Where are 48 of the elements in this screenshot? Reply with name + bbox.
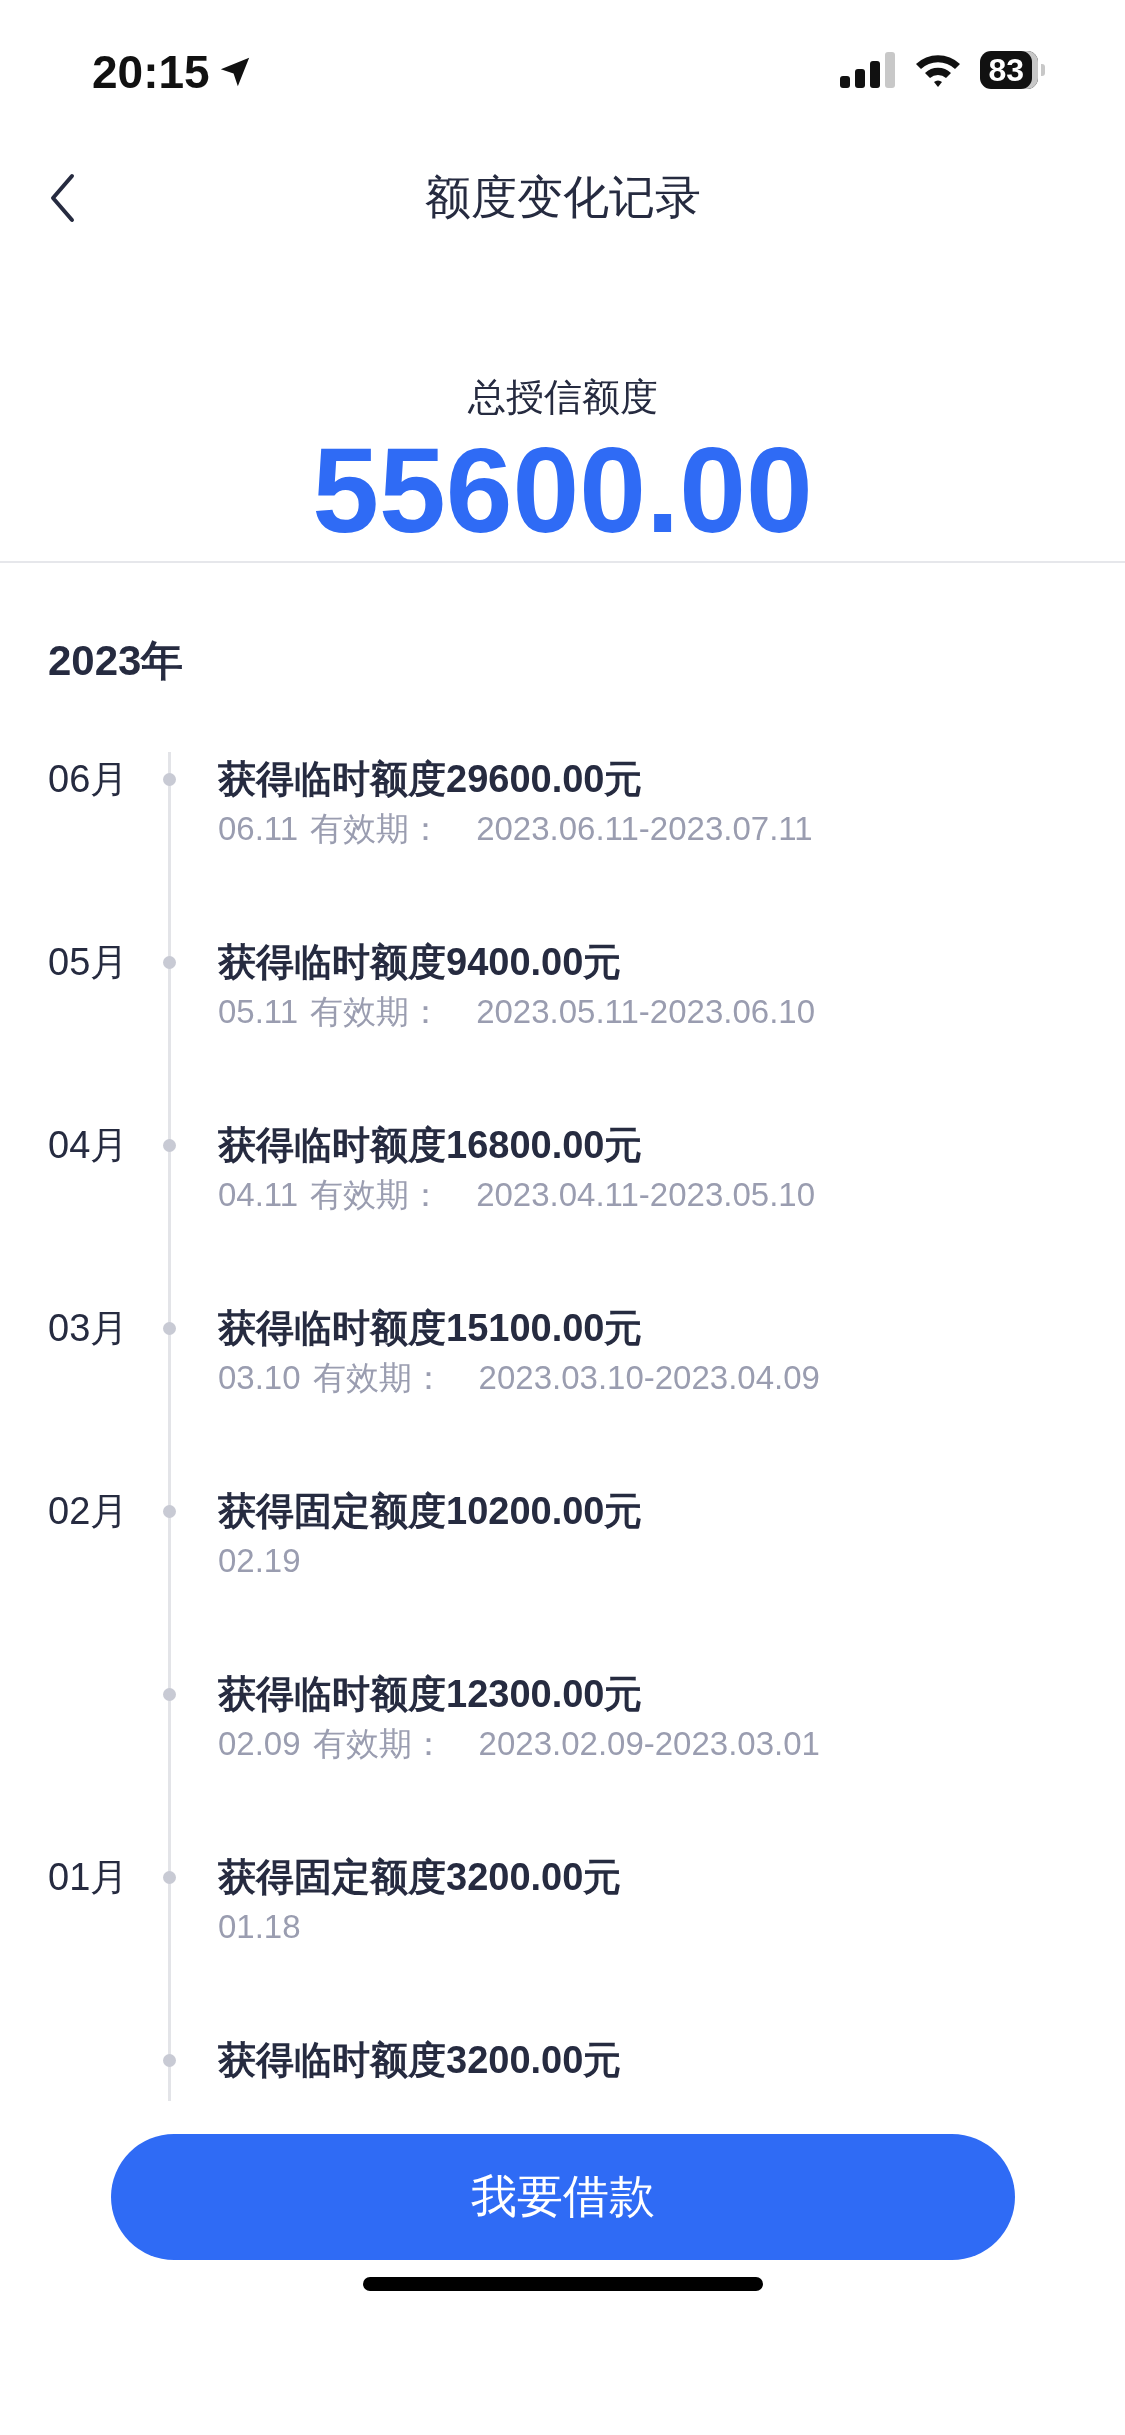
validity-range: 2023.05.11-2023.06.10 [476, 992, 815, 1032]
record-title: 获得临时额度15100.00元 [218, 1306, 643, 1351]
timeline-dot [163, 2054, 176, 2067]
month-label: 04月 [48, 1123, 129, 1168]
validity-range: 2023.06.11-2023.07.11 [476, 809, 813, 849]
validity-label: 有效期： [312, 1358, 445, 1398]
month-label: 03月 [48, 1306, 129, 1351]
record-title: 获得临时额度29600.00元 [218, 757, 643, 802]
record-date: 02.09 [218, 1724, 301, 1764]
record-title: 获得固定额度3200.00元 [218, 1855, 622, 1900]
wifi-icon [914, 52, 963, 88]
page-title: 额度变化记录 [424, 170, 701, 225]
month-label: 01月 [48, 1855, 129, 1900]
record-date: 06.11 [218, 809, 299, 849]
timeline-dot [163, 1322, 176, 1335]
record-title: 获得临时额度16800.00元 [218, 1123, 643, 1168]
timeline-dot [163, 1871, 176, 1884]
total-credit-label: 总授信额度 [467, 375, 658, 420]
record-date: 04.11 [218, 1175, 299, 1215]
record-date: 01.18 [218, 1907, 301, 1947]
record-title: 获得临时额度3200.00元 [218, 2038, 622, 2083]
timeline-dot [163, 1505, 176, 1518]
timeline-dot [163, 1688, 176, 1701]
validity-label: 有效期： [310, 809, 443, 849]
year-heading: 2023年 [47, 636, 185, 686]
timeline-dot [163, 956, 176, 969]
validity-range: 2023.03.10-2023.04.09 [478, 1358, 820, 1398]
month-label: 06月 [48, 757, 129, 802]
battery-indicator: 83 [980, 51, 1045, 89]
validity-range: 2023.04.11-2023.05.10 [476, 1175, 815, 1215]
record-date: 05.11 [218, 992, 299, 1032]
status-time: 20:15 [92, 45, 210, 99]
month-label: 02月 [48, 1489, 129, 1534]
borrow-button[interactable]: 我要借款 [110, 2134, 1015, 2260]
total-credit-amount: 55600.00 [312, 424, 813, 556]
record-date: 03.10 [218, 1358, 301, 1398]
validity-label: 有效期： [310, 992, 443, 1032]
signal-icon [840, 52, 897, 88]
timeline-dot [163, 1139, 176, 1152]
validity-label: 有效期： [312, 1724, 445, 1764]
record-title: 获得固定额度10200.00元 [218, 1489, 643, 1534]
validity-label: 有效期： [310, 1175, 443, 1215]
timeline-dot [163, 773, 176, 786]
validity-range: 2023.02.09-2023.03.01 [478, 1724, 820, 1764]
record-title: 获得临时额度9400.00元 [218, 940, 622, 985]
record-title: 获得临时额度12300.00元 [218, 1672, 643, 1717]
month-label: 05月 [48, 940, 129, 985]
record-date: 02.19 [218, 1541, 301, 1581]
